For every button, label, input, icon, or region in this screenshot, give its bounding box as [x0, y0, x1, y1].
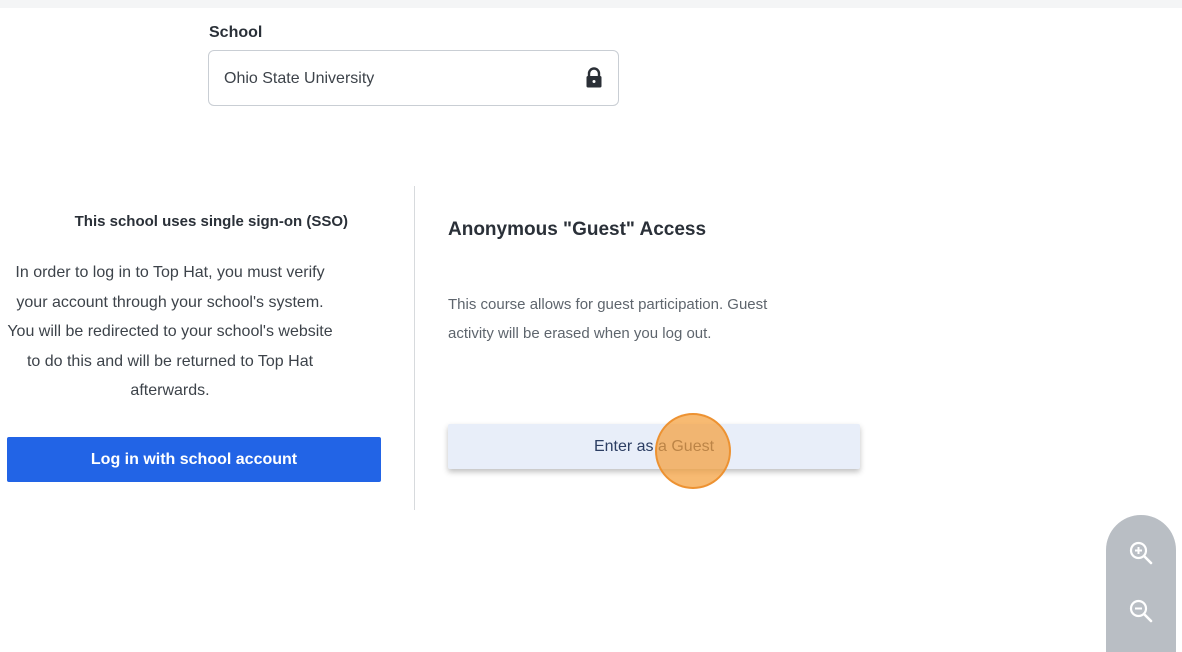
sso-description-line: You will be redirected to your school's …: [7, 323, 333, 340]
zoom-out-icon: [1129, 599, 1153, 623]
zoom-in-icon: [1129, 541, 1153, 565]
sso-description: In order to log in to Top Hat, you must …: [0, 258, 360, 406]
sso-title: This school uses single sign-on (SSO): [74, 213, 348, 230]
section-divider: [414, 186, 415, 510]
enter-as-guest-button[interactable]: Enter as a Guest: [448, 424, 860, 469]
guest-description-line: This course allows for guest participati…: [448, 296, 768, 313]
guest-access-description: This course allows for guest participati…: [448, 290, 868, 348]
zoom-out-button[interactable]: [1127, 597, 1155, 625]
school-value: Ohio State University: [224, 70, 375, 87]
zoom-in-button[interactable]: [1127, 539, 1155, 567]
sso-description-line: your account through your school's syste…: [16, 293, 324, 311]
sso-description-line: In order to log in to Top Hat, you must …: [15, 264, 325, 281]
guest-access-title: Anonymous "Guest" Access: [448, 219, 707, 240]
lock-icon: [586, 67, 602, 88]
sso-description-line: to do this and will be returned to Top H…: [26, 352, 314, 370]
guest-description-line: activity will be erased when you log out…: [448, 325, 712, 342]
school-field: Ohio State University: [208, 50, 619, 106]
login-school-account-button[interactable]: Log in with school account: [7, 437, 381, 482]
zoom-controls: [1106, 515, 1176, 652]
sso-description-line: afterwards.: [130, 382, 210, 399]
school-label: School: [209, 24, 263, 41]
top-strip: [0, 0, 1182, 8]
